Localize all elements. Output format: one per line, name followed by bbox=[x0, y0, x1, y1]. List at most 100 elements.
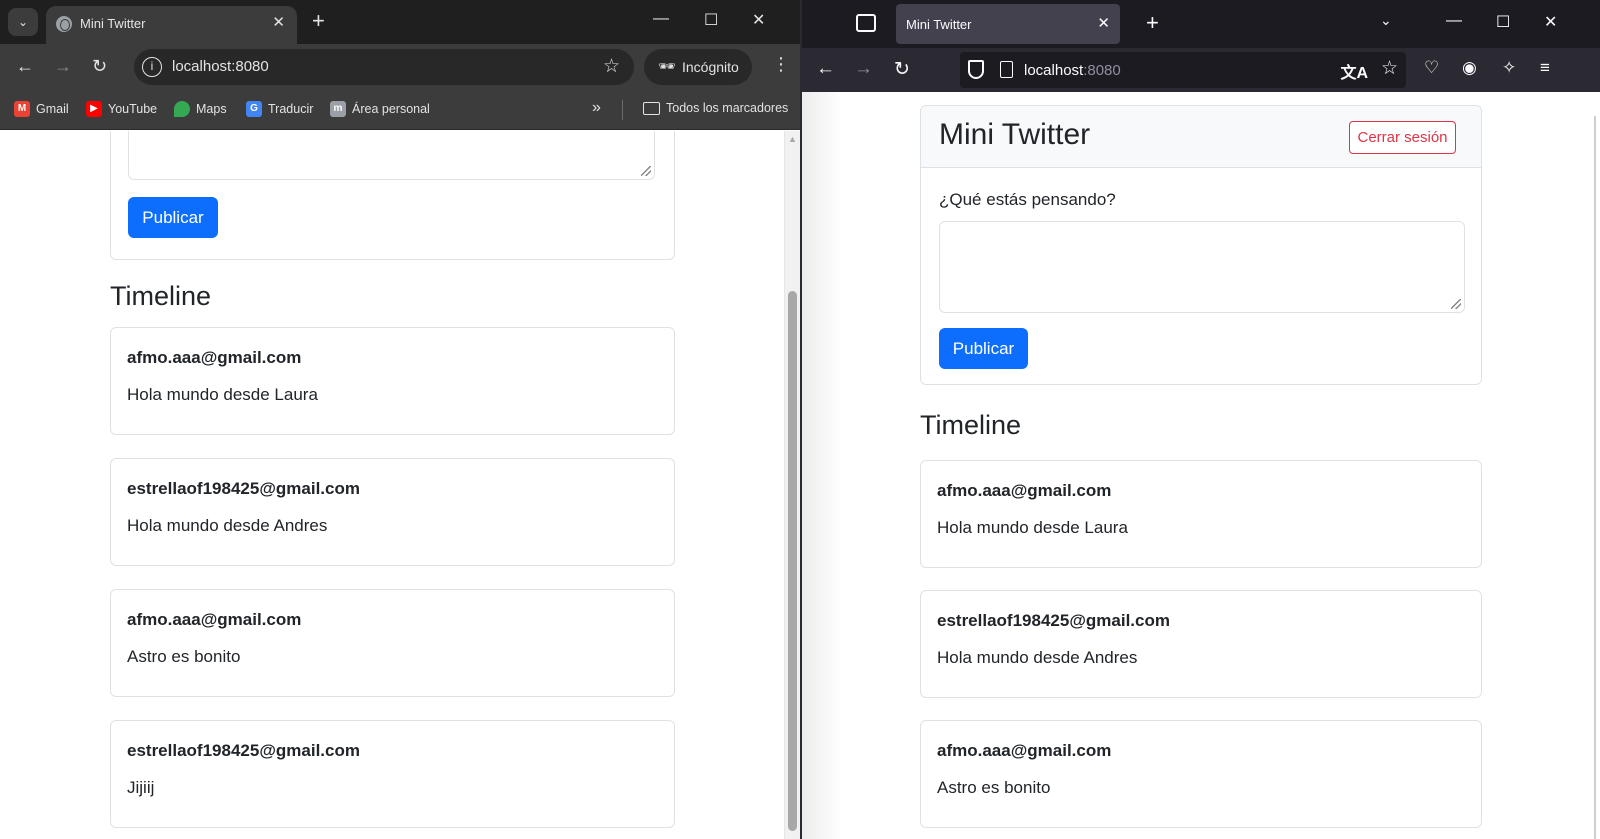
card-header: Mini Twitter Cerrar sesión bbox=[921, 106, 1481, 168]
back-icon[interactable]: ← bbox=[816, 58, 835, 80]
bookmark-label: Traducir bbox=[268, 102, 314, 116]
reload-icon[interactable]: ↻ bbox=[894, 58, 910, 81]
bookmark-youtube[interactable]: ▶ YouTube bbox=[86, 101, 157, 117]
post-author: afmo.aaa@gmail.com bbox=[127, 610, 302, 629]
resize-grip[interactable] bbox=[1451, 299, 1461, 309]
bookmark-maps[interactable]: Maps bbox=[174, 101, 227, 117]
firefox-window: Mini Twitter ✕ + ⌄ — ☐ ✕ ← → ↻ localhost… bbox=[802, 0, 1600, 839]
list-all-tabs-icon[interactable]: ⌄ bbox=[1380, 12, 1392, 29]
address-bar[interactable]: i localhost:8080 ☆ bbox=[134, 49, 634, 85]
post-card: afmo.aaa@gmail.com Hola mundo desde Laur… bbox=[920, 460, 1482, 568]
bookmark-label: Área personal bbox=[352, 102, 430, 116]
post-author: estrellaof198425@gmail.com bbox=[937, 611, 1170, 630]
pocket-icon[interactable]: ♡ bbox=[1424, 58, 1439, 78]
chrome-window: ⌄ Mini Twitter ✕ + — ☐ ✕ ← → ↻ i localho… bbox=[0, 0, 800, 839]
hamburger-menu-icon[interactable]: ≡ bbox=[1540, 58, 1550, 78]
minimize-icon[interactable]: — bbox=[653, 10, 669, 28]
more-bookmarks-icon[interactable]: » bbox=[592, 99, 601, 117]
folder-icon bbox=[643, 101, 660, 115]
new-tab-button[interactable]: + bbox=[312, 9, 325, 33]
maximize-icon[interactable]: ☐ bbox=[704, 10, 718, 30]
bookmark-area-personal[interactable]: m Área personal bbox=[330, 101, 430, 117]
maximize-icon[interactable]: ☐ bbox=[1496, 12, 1510, 32]
firefox-tab-strip: Mini Twitter ✕ + ⌄ — ☐ ✕ bbox=[802, 0, 1600, 48]
chrome-scrollbar[interactable]: ▲ bbox=[784, 131, 800, 839]
firefox-scrollbar[interactable] bbox=[1594, 116, 1596, 839]
firefox-tab-mini-twitter[interactable]: Mini Twitter ✕ bbox=[896, 4, 1120, 44]
page-icon bbox=[1000, 61, 1013, 78]
youtube-icon: ▶ bbox=[86, 101, 102, 117]
post-text: Hola mundo desde Laura bbox=[937, 518, 1128, 537]
firefox-page-viewport: Mini Twitter Cerrar sesión ¿Qué estás pe… bbox=[802, 92, 1600, 839]
bookmark-label: Gmail bbox=[36, 102, 69, 116]
chrome-menu-icon[interactable]: ⋮ bbox=[772, 54, 790, 75]
post-card: afmo.aaa@gmail.com Astro es bonito bbox=[110, 589, 675, 697]
firefox-toolbar: ← → ↻ localhost:8080 文A ☆ ♡ ◉ ✧ ≡ bbox=[802, 48, 1600, 92]
address-bar[interactable]: localhost:8080 文A ☆ bbox=[960, 52, 1406, 88]
scroll-thumb[interactable] bbox=[788, 291, 797, 831]
close-tab-icon[interactable]: ✕ bbox=[272, 13, 285, 31]
url-port: :8080 bbox=[1083, 62, 1121, 79]
back-icon[interactable]: ← bbox=[16, 56, 34, 76]
publish-button[interactable]: Publicar bbox=[939, 328, 1028, 369]
bookmark-traducir[interactable]: G Traducir bbox=[246, 101, 313, 117]
tab-search-button[interactable]: ⌄ bbox=[8, 8, 38, 36]
reload-icon[interactable]: ↻ bbox=[92, 56, 107, 76]
chrome-tab-title: Mini Twitter bbox=[80, 16, 146, 31]
composer-card: Mini Twitter Cerrar sesión ¿Qué estás pe… bbox=[920, 105, 1482, 385]
post-author: afmo.aaa@gmail.com bbox=[127, 348, 302, 367]
site-info-icon[interactable]: i bbox=[142, 57, 162, 77]
brand-title: Mini Twitter bbox=[939, 118, 1091, 151]
publish-button[interactable]: Publicar bbox=[128, 197, 218, 238]
firefox-view-icon[interactable] bbox=[856, 14, 876, 32]
post-author: afmo.aaa@gmail.com bbox=[937, 481, 1112, 500]
chrome-toolbar: ← → ↻ i localhost:8080 ☆ 🕶 Incógnito ⋮ bbox=[0, 44, 800, 90]
post-author: afmo.aaa@gmail.com bbox=[937, 741, 1112, 760]
maps-pin-icon bbox=[174, 101, 190, 117]
incognito-label: Incógnito bbox=[682, 59, 739, 75]
gmail-icon: M bbox=[14, 101, 30, 117]
translate-icon[interactable]: 文A bbox=[1340, 59, 1368, 83]
minimize-icon[interactable]: — bbox=[1446, 12, 1462, 30]
bookmark-star-icon[interactable]: ☆ bbox=[1381, 57, 1398, 80]
chrome-tab-strip: ⌄ Mini Twitter ✕ + — ☐ ✕ bbox=[0, 0, 800, 44]
bookmarks-bar: M Gmail ▶ YouTube Maps G Traducir m Área… bbox=[0, 90, 800, 130]
incognito-badge[interactable]: 🕶 Incógnito bbox=[644, 49, 752, 85]
post-text: Jijiij bbox=[127, 778, 155, 797]
new-tab-button[interactable]: + bbox=[1146, 10, 1159, 36]
bookmark-gmail[interactable]: M Gmail bbox=[14, 101, 69, 117]
translate-icon: G bbox=[246, 101, 262, 117]
post-textarea[interactable] bbox=[939, 221, 1465, 313]
all-bookmarks-folder[interactable]: Todos los marcadores bbox=[643, 101, 788, 115]
chevron-down-icon: ⌄ bbox=[17, 15, 29, 29]
scroll-up-arrow-icon[interactable]: ▲ bbox=[788, 134, 797, 144]
chrome-page-viewport: Publicar Timeline afmo.aaa@gmail.com Hol… bbox=[0, 131, 784, 839]
all-bookmarks-label: Todos los marcadores bbox=[666, 101, 789, 115]
close-window-icon[interactable]: ✕ bbox=[752, 10, 765, 30]
timeline-heading: Timeline bbox=[110, 281, 212, 311]
extensions-icon[interactable]: ✧ bbox=[1502, 58, 1516, 78]
resize-grip[interactable] bbox=[641, 166, 651, 176]
logout-button[interactable]: Cerrar sesión bbox=[1349, 121, 1456, 154]
incognito-icon: 🕶 bbox=[658, 58, 676, 74]
post-text: Hola mundo desde Laura bbox=[127, 385, 318, 404]
bookmark-label: YouTube bbox=[108, 102, 158, 116]
post-text: Astro es bonito bbox=[127, 647, 241, 666]
close-window-icon[interactable]: ✕ bbox=[1544, 12, 1557, 32]
close-tab-icon[interactable]: ✕ bbox=[1097, 14, 1110, 32]
bookmark-star-icon[interactable]: ☆ bbox=[603, 55, 620, 78]
post-textarea[interactable] bbox=[128, 131, 655, 180]
tracking-protection-icon[interactable] bbox=[968, 60, 984, 79]
post-text: Astro es bonito bbox=[937, 778, 1051, 797]
account-icon[interactable]: ◉ bbox=[1462, 58, 1477, 78]
address-url: localhost:8080 bbox=[172, 58, 269, 75]
url-host: localhost bbox=[1024, 62, 1084, 79]
firefox-tab-title: Mini Twitter bbox=[906, 17, 972, 32]
forward-icon[interactable]: → bbox=[54, 56, 72, 76]
post-card: afmo.aaa@gmail.com Hola mundo desde Laur… bbox=[110, 327, 675, 435]
post-text: Hola mundo desde Andres bbox=[127, 516, 328, 535]
chrome-tab-mini-twitter[interactable]: Mini Twitter ✕ bbox=[46, 6, 297, 44]
composer-card: Publicar bbox=[110, 131, 675, 260]
forward-icon[interactable]: → bbox=[854, 58, 873, 80]
globe-icon bbox=[56, 16, 72, 32]
